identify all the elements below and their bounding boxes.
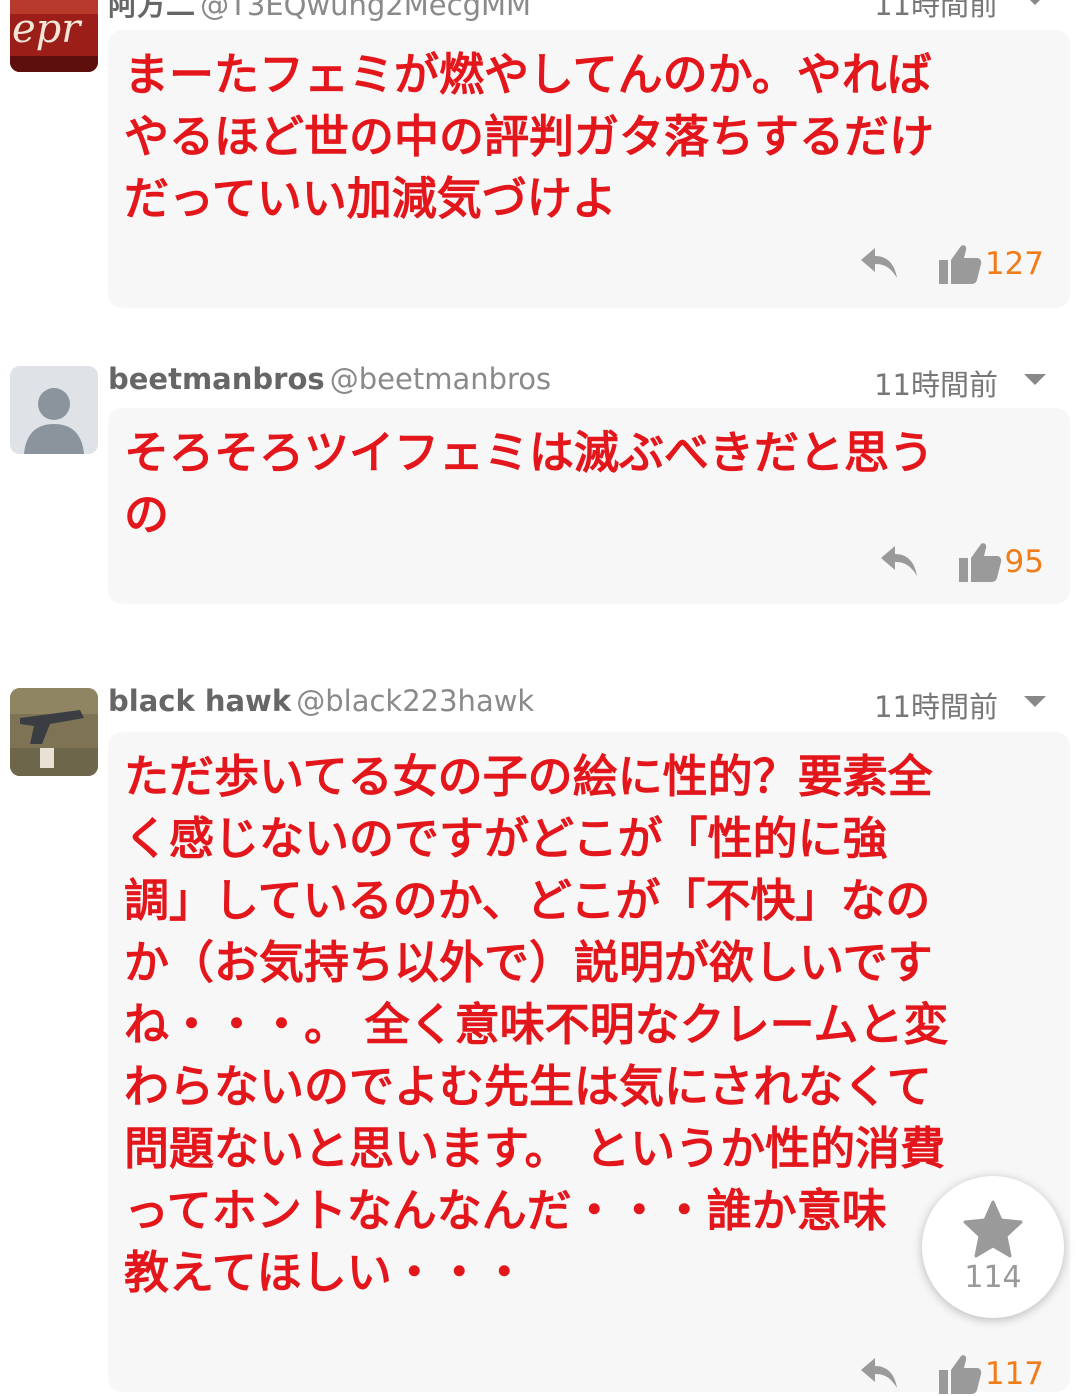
favorite-button[interactable]: 114 — [922, 1176, 1064, 1318]
avatar[interactable] — [10, 366, 98, 454]
comment-text: そろそろツイフェミは滅ぶべきだと思う の — [124, 426, 935, 541]
avatar[interactable]: epr — [10, 0, 98, 72]
user-handle[interactable]: @black223hawk — [296, 684, 534, 718]
comment-actions: 127 — [857, 242, 1044, 286]
comment-text: まーたフェミが燃やしてんのか。やれば やるほど世の中の評判ガタ落ちするだけ だっ… — [124, 48, 935, 225]
comment-bubble: そろそろツイフェミは滅ぶべきだと思う の 95 — [108, 408, 1070, 604]
thumbs-up-icon — [938, 245, 982, 284]
chevron-down-icon[interactable] — [1022, 694, 1048, 710]
reply-icon[interactable] — [857, 244, 903, 284]
comment-bubble: ただ歩いてる女の子の絵に性的？要素全 く感じないのですがどこが「性的に強 調」し… — [108, 732, 1070, 1394]
comment-actions: 95 — [877, 540, 1044, 584]
comment-item: black hawk @black223hawk 11時間前 ただ歩いてる女の子… — [0, 684, 1080, 1394]
chevron-down-icon[interactable] — [1022, 0, 1048, 8]
chevron-down-icon[interactable] — [1022, 372, 1048, 388]
reply-icon[interactable] — [877, 542, 923, 582]
like-count: 95 — [1004, 544, 1044, 580]
default-avatar-icon — [10, 366, 98, 454]
avatar[interactable] — [10, 688, 98, 776]
comment-bubble: まーたフェミが燃やしてんのか。やれば やるほど世の中の評判ガタ落ちするだけ だっ… — [108, 30, 1070, 308]
timestamp: 11時間前 — [874, 368, 998, 402]
comment-header: black hawk @black223hawk 11時間前 — [108, 684, 1080, 724]
user-name[interactable]: beetmanbros — [108, 362, 325, 396]
user-handle[interactable]: @beetmanbros — [330, 362, 551, 396]
thumbs-up-icon — [958, 543, 1001, 582]
favorite-count: 114 — [964, 1259, 1022, 1295]
comment-item: epr 阿方二 @T3EQwung2MecgMM 11時間前 まーたフェミが燃や… — [0, 0, 1080, 320]
avatar-logo-text: epr — [12, 6, 83, 52]
like-button[interactable]: 95 — [957, 540, 1044, 584]
user-name[interactable]: 阿方二 — [108, 0, 195, 22]
like-button[interactable]: 127 — [937, 242, 1044, 286]
comment-header: beetmanbros @beetmanbros 11時間前 — [108, 362, 1080, 402]
avatar-image — [10, 688, 98, 776]
user-name[interactable]: black hawk — [108, 684, 291, 718]
like-count: 127 — [984, 246, 1044, 282]
star-icon — [963, 1200, 1023, 1257]
like-count: 117 — [984, 1356, 1044, 1392]
reply-icon[interactable] — [857, 1354, 903, 1394]
comment-header: 阿方二 @T3EQwung2MecgMM 11時間前 — [108, 0, 1080, 22]
comment-text: ただ歩いてる女の子の絵に性的？要素全 く感じないのですがどこが「性的に強 調」し… — [124, 750, 949, 1299]
timestamp: 11時間前 — [874, 690, 998, 724]
user-handle[interactable]: @T3EQwung2MecgMM — [200, 0, 531, 22]
avatar-image: epr — [10, 0, 98, 72]
timestamp: 11時間前 — [874, 0, 998, 22]
comment-item: beetmanbros @beetmanbros 11時間前 そろそろツイフェミ… — [0, 362, 1080, 622]
